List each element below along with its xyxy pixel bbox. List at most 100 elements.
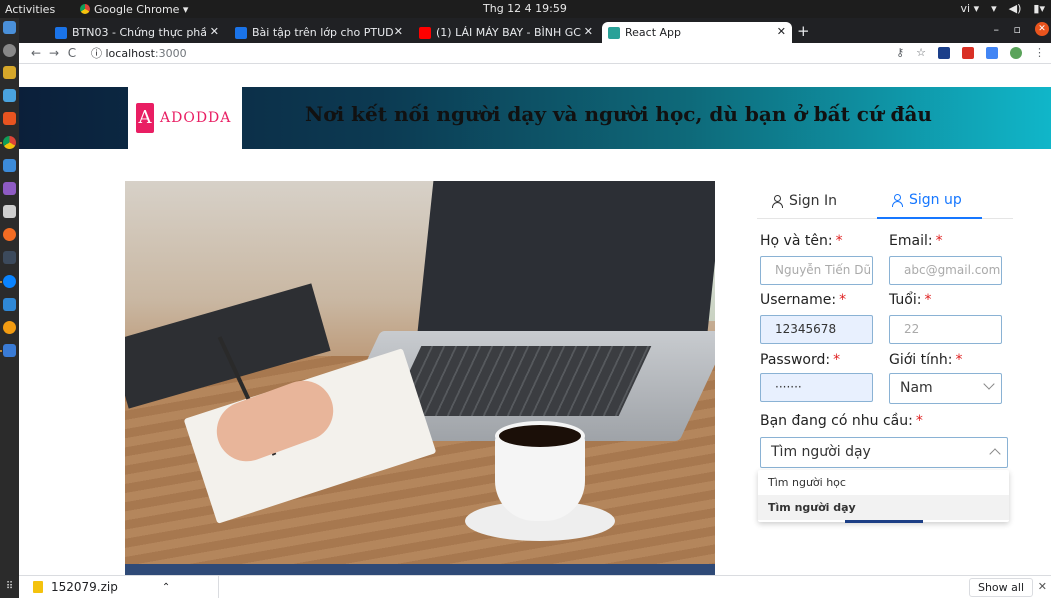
auth-panel: Sign In Sign up	[757, 183, 1013, 219]
reload-icon[interactable]: C	[63, 46, 81, 60]
email-input[interactable]: abc@gmail.com	[889, 256, 1002, 285]
need-option-find-teacher[interactable]: Tìm người dạy	[758, 495, 1009, 520]
required-mark: *	[839, 292, 847, 308]
docs-favicon-icon	[235, 26, 247, 39]
chrome-dock-icon[interactable]	[3, 136, 16, 149]
bookmark-star-icon[interactable]: ☆	[916, 46, 926, 59]
download-filename: 152079.zip	[51, 580, 118, 594]
key-icon[interactable]: ⚷	[896, 46, 904, 59]
messenger-app-icon[interactable]	[3, 275, 16, 288]
fullname-label: Họ và tên: *	[760, 233, 843, 249]
tab-btn03[interactable]: BTN03 - Chứng thực phầ ✕	[49, 22, 225, 43]
disc-app-icon[interactable]	[3, 44, 16, 57]
close-tab-icon[interactable]: ✕	[584, 25, 593, 38]
youtube-favicon-icon	[419, 26, 431, 39]
editor-app-icon[interactable]	[3, 344, 16, 357]
gender-select[interactable]: Nam	[889, 373, 1002, 404]
tab-bai-tap[interactable]: Bài tập trên lớp cho PTUD ✕	[229, 22, 409, 43]
tab-youtube[interactable]: (1) LÁI MÁY BAY - BÌNH GC ✕	[413, 22, 599, 43]
calendar-app-icon[interactable]	[3, 159, 16, 172]
chrome-icon	[80, 4, 90, 14]
password-input[interactable]: ·······	[760, 373, 873, 402]
required-mark: *	[924, 292, 932, 308]
files-app-icon[interactable]	[3, 21, 16, 34]
settings-app-icon[interactable]	[3, 182, 16, 195]
extension-2-icon[interactable]	[962, 46, 974, 59]
close-window-icon[interactable]: ✕	[1035, 22, 1049, 36]
password-label: Password: *	[760, 352, 840, 368]
media-app-icon[interactable]	[3, 66, 16, 79]
username-input[interactable]: 12345678	[760, 315, 873, 344]
menu-kebab-icon[interactable]: ⋮	[1034, 46, 1045, 59]
close-tab-icon[interactable]: ✕	[210, 25, 219, 38]
network-app-icon[interactable]	[3, 251, 16, 264]
tab-sign-up[interactable]: Sign up	[877, 183, 982, 219]
app-menu[interactable]: Google Chrome ▾	[80, 3, 188, 16]
activities-button[interactable]: Activities	[0, 3, 80, 16]
age-input[interactable]: 22	[889, 315, 1002, 344]
submit-button-edge[interactable]	[845, 520, 923, 523]
required-mark: *	[955, 352, 963, 368]
tab-sign-up-label: Sign up	[909, 192, 962, 208]
user-icon	[771, 195, 783, 208]
required-mark: *	[833, 352, 841, 368]
volume-icon: ◀)	[1008, 2, 1022, 15]
show-all-button[interactable]: Show all	[968, 578, 1033, 597]
age-placeholder: 22	[904, 322, 920, 336]
tab-sign-in[interactable]: Sign In	[757, 183, 862, 219]
close-downloads-icon[interactable]: ✕	[1038, 580, 1047, 593]
info-icon[interactable]: ⓘ	[91, 47, 102, 60]
system-tray[interactable]: vi ▾ ▾ ◀) ▮▾	[961, 2, 1045, 15]
search-app-icon[interactable]	[3, 205, 16, 218]
password-value: ·······	[775, 380, 802, 394]
tab-strip: BTN03 - Chứng thực phầ ✕ Bài tập trên lớ…	[19, 18, 1051, 43]
address-bar[interactable]: ⓘ localhost:3000	[91, 45, 187, 61]
username-label: Username: *	[760, 292, 846, 308]
site-header-banner: A ADODDA Nơi kết nối người dạy và người …	[19, 87, 1051, 149]
close-tab-icon[interactable]: ✕	[394, 25, 403, 38]
system-top-bar: Activities Google Chrome ▾ Thg 12 4 19:5…	[0, 0, 1051, 18]
user-icon	[891, 194, 903, 207]
age-label-text: Tuổi:	[889, 292, 922, 308]
need-option-find-student[interactable]: Tìm người học	[758, 470, 1009, 495]
back-arrow-icon[interactable]: ←	[27, 46, 45, 60]
pos-app-icon[interactable]	[3, 321, 16, 334]
new-tab-button[interactable]: +	[797, 22, 810, 40]
clock[interactable]: Thg 12 4 19:59	[483, 2, 567, 15]
extension-3-icon[interactable]	[986, 46, 998, 59]
profile-avatar-icon[interactable]	[1010, 46, 1022, 59]
tab-sign-in-label: Sign In	[789, 193, 837, 209]
photo-keyboard	[388, 346, 652, 416]
language-indicator[interactable]: vi ▾	[961, 2, 980, 15]
logo-text: ADODDA	[160, 110, 232, 126]
need-select[interactable]: Tìm người dạy	[760, 437, 1008, 468]
download-item[interactable]: 152079.zip ⌃	[19, 575, 219, 598]
chevron-up-icon[interactable]: ⌃	[162, 582, 170, 593]
extension-1-icon[interactable]	[938, 46, 950, 59]
forward-arrow-icon[interactable]: →	[45, 46, 63, 60]
minimize-window-icon[interactable]: –	[994, 23, 1000, 36]
need-value: Tìm người dạy	[771, 444, 871, 460]
software-center-icon[interactable]	[3, 112, 16, 125]
browser-toolbar: ← → C ⓘ localhost:3000 ⚷ ☆ ⋮	[19, 43, 1051, 64]
maximize-window-icon[interactable]: ▫	[1014, 23, 1021, 36]
need-dropdown-menu: Tìm người học Tìm người dạy	[758, 470, 1009, 522]
zip-file-icon	[33, 581, 43, 593]
postman-app-icon[interactable]	[3, 228, 16, 241]
gender-label-text: Giới tính:	[889, 352, 953, 368]
hero-image	[125, 181, 715, 580]
fullname-input[interactable]: Nguyễn Tiến Dũng	[760, 256, 873, 285]
tab-react-app[interactable]: React App ✕	[602, 22, 792, 43]
username-label-text: Username:	[760, 292, 837, 308]
email-placeholder: abc@gmail.com	[904, 263, 1001, 277]
site-logo[interactable]: A ADODDA	[128, 87, 242, 149]
chevron-up-icon	[989, 448, 1001, 460]
toolbar-extensions: ⚷ ☆ ⋮	[896, 46, 1045, 59]
dock	[0, 18, 19, 580]
show-apps-grid-icon[interactable]: ⠿	[0, 575, 19, 598]
tab-title: BTN03 - Chứng thực phầ	[72, 26, 208, 39]
chevron-down-icon	[983, 378, 995, 390]
close-tab-icon[interactable]: ✕	[777, 25, 786, 38]
vscode-app-icon[interactable]	[3, 298, 16, 311]
document-app-icon[interactable]	[3, 89, 16, 102]
